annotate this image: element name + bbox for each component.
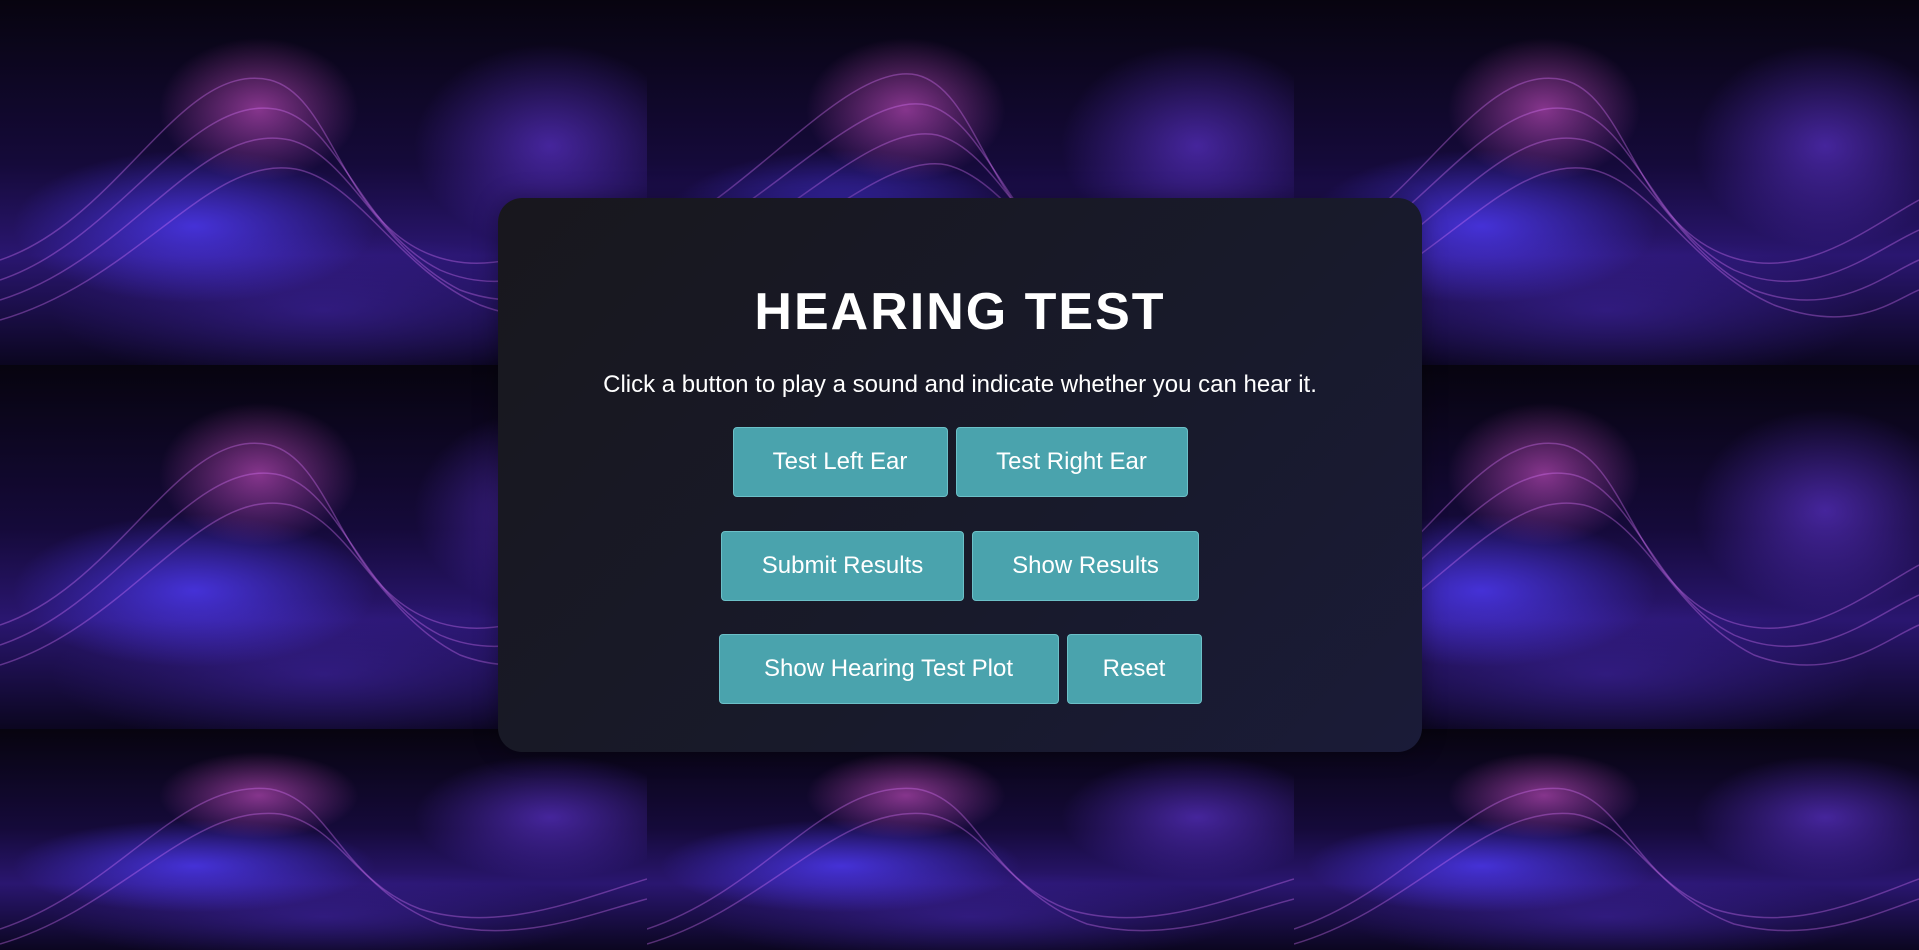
instructions-text: Click a button to play a sound and indic…	[603, 371, 1317, 398]
test-right-ear-button[interactable]: Test Right Ear	[955, 427, 1188, 497]
show-results-button[interactable]: Show Results	[972, 531, 1199, 601]
page-title: HEARING TEST	[754, 283, 1166, 341]
wave-background-image	[1294, 729, 1919, 950]
hearing-test-panel: HEARING TEST Click a button to play a so…	[498, 198, 1422, 752]
results-button-row: Submit Results Show Results	[498, 531, 1422, 601]
wave-background-image	[0, 729, 647, 950]
reset-button[interactable]: Reset	[1066, 634, 1202, 704]
test-left-ear-button[interactable]: Test Left Ear	[732, 427, 948, 497]
submit-results-button[interactable]: Submit Results	[721, 531, 964, 601]
plot-button-row: Show Hearing Test Plot Reset	[498, 634, 1422, 704]
wave-background-image	[647, 729, 1294, 950]
show-hearing-test-plot-button[interactable]: Show Hearing Test Plot	[718, 634, 1059, 704]
ear-test-button-row: Test Left Ear Test Right Ear	[498, 427, 1422, 497]
